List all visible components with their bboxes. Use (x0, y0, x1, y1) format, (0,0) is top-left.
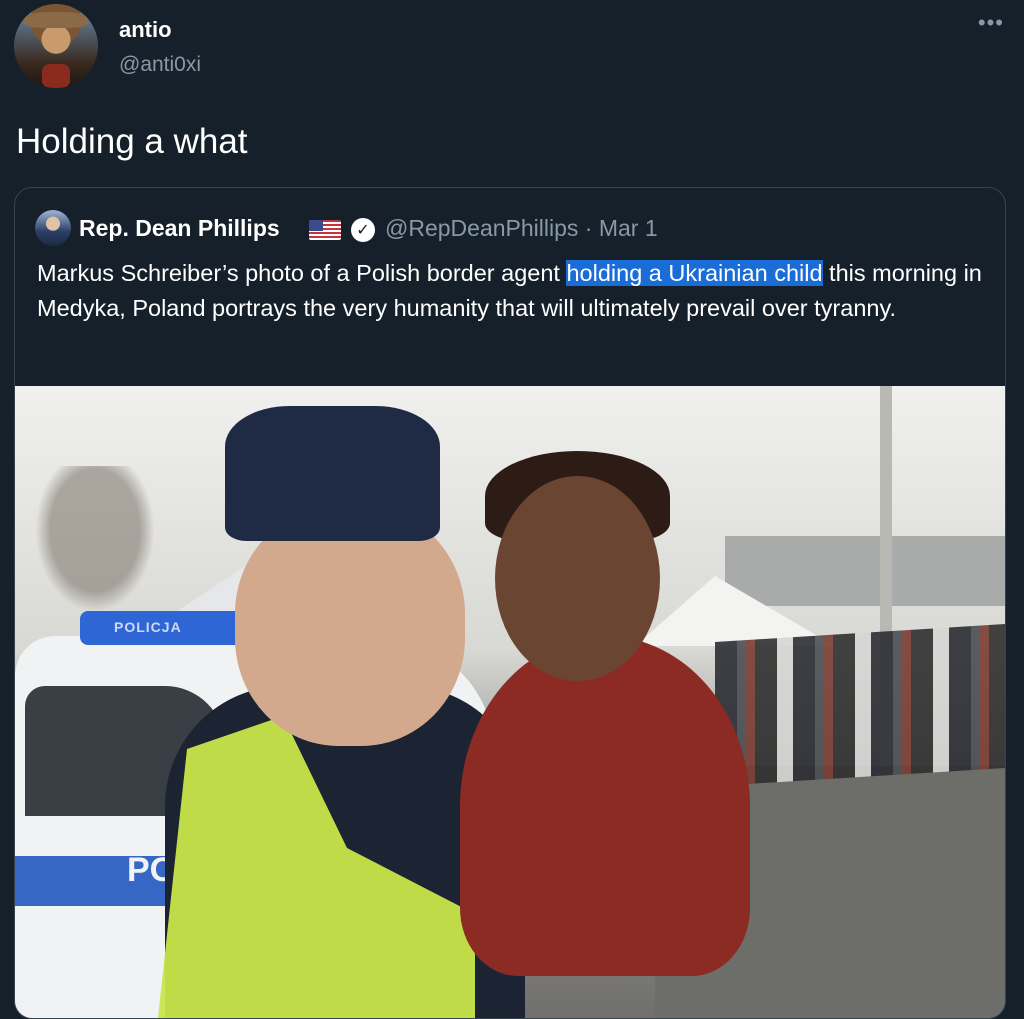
tweet-photo[interactable]: POLICJA PO (15, 386, 1005, 1018)
tweet-text: Holding a what (16, 122, 248, 161)
quoted-author-handle-date[interactable]: @RepDeanPhillips · Mar 1 (385, 215, 658, 242)
photo-officer-head (235, 506, 465, 746)
quoted-author-avatar[interactable] (35, 210, 71, 246)
quoted-tweet[interactable]: Rep. Dean Phillips ✓ @RepDeanPhillips · … (14, 187, 1006, 1019)
more-options-icon[interactable]: ••• (978, 10, 1004, 36)
avatar-scarf-shape (42, 64, 70, 88)
avatar-hat-shape (24, 12, 88, 28)
photo-tree (25, 466, 165, 626)
quoted-text-before: Markus Schreiber’s photo of a Polish bor… (37, 260, 567, 286)
highlighted-selection: holding a Ukrainian child (566, 260, 823, 286)
tweet-header: antio @anti0xi ••• (12, 4, 1012, 94)
photo-child-jacket (460, 636, 750, 976)
verified-badge-icon: ✓ (351, 218, 375, 242)
photo-officer-cap (225, 406, 440, 541)
author-handle[interactable]: @anti0xi (119, 53, 201, 77)
quoted-author-name[interactable]: Rep. Dean Phillips (79, 215, 280, 242)
author-name[interactable]: antio (119, 17, 172, 43)
quoted-tweet-text: Markus Schreiber’s photo of a Polish bor… (37, 256, 987, 326)
us-flag-icon (309, 220, 341, 240)
photo-building (725, 536, 1005, 606)
photo-police-lightbar: POLICJA (80, 611, 245, 645)
author-avatar[interactable] (14, 4, 98, 88)
photo-child-face (495, 476, 660, 681)
quoted-tweet-header: Rep. Dean Phillips ✓ @RepDeanPhillips · … (35, 210, 975, 250)
lightbar-text: POLICJA (114, 619, 182, 635)
